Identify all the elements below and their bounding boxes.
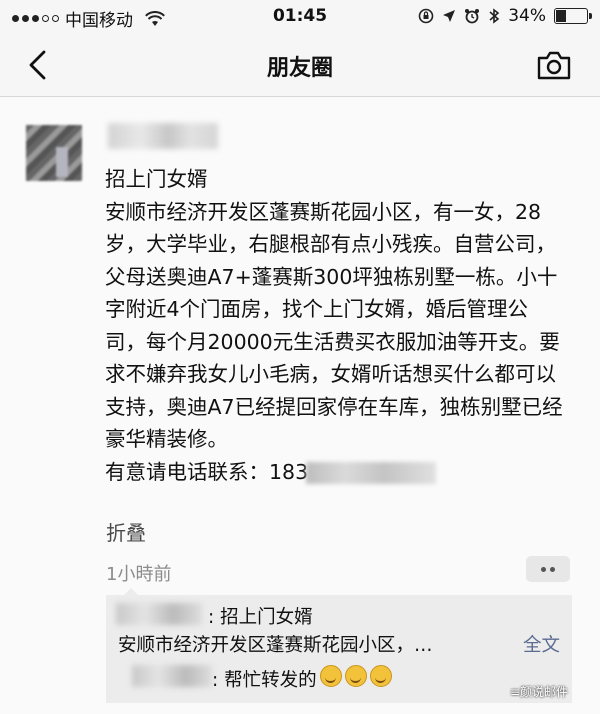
comment-text: : 帮忙转发的 <box>212 669 317 691</box>
comment-text: : 招上门女婿 <box>208 607 313 628</box>
contact-prefix: 有意请电话联系： <box>105 459 269 484</box>
alarm-icon <box>465 9 480 24</box>
phone-number-blurred <box>306 461 437 484</box>
rotation-lock-icon <box>418 8 434 24</box>
battery-percent: 34% <box>508 6 546 26</box>
username-blurred[interactable] <box>108 123 218 149</box>
phone-number-visible: 183 <box>269 459 309 484</box>
comments-box: : 招上门女婿 安顺市经济开发区蓬赛斯花园小区，… 全文 : 帮忙转发的 <box>106 588 572 703</box>
emoji-icon <box>344 665 367 687</box>
post-time: 1小時前 <box>106 564 172 585</box>
comment-item: : 帮忙转发的 <box>212 665 392 692</box>
moment-post: 招上门女婿 安顺市经济开发区蓬赛斯花园小区，有一女，28岁，大学毕业，右腿根部有… <box>0 97 600 714</box>
emoji-icon <box>319 665 342 687</box>
more-actions-button[interactable] <box>526 556 570 582</box>
battery-icon <box>554 8 592 24</box>
emoji-icon <box>369 665 392 687</box>
page-title: 朋友圈 <box>266 56 333 81</box>
location-icon <box>443 10 456 22</box>
nav-bar: 朋友圈 <box>0 34 600 97</box>
camera-icon[interactable] <box>536 49 572 81</box>
status-bar: 中国移动 01:45 34% <box>0 0 600 34</box>
watermark: ≡颜说邮件 <box>510 685 569 699</box>
post-body-text: 安顺市经济开发区蓬赛斯花园小区，有一女，28岁，大学毕业，右腿根部有点小残疾。自… <box>105 199 563 452</box>
emoji-group <box>317 665 392 692</box>
status-right: 34% <box>418 6 592 26</box>
avatar[interactable] <box>26 125 82 181</box>
comment-author-blurred[interactable] <box>116 603 202 625</box>
full-text-link[interactable]: 全文 <box>523 631 560 657</box>
post-title: 招上门女婿 <box>105 167 208 191</box>
comment-author-blurred[interactable] <box>132 665 212 687</box>
comment-text-line2: 安顺市经济开发区蓬赛斯花园小区，… <box>118 635 433 656</box>
bluetooth-icon <box>489 8 500 24</box>
post-contact: 有意请电话联系：183 <box>105 456 565 489</box>
post-content: 招上门女婿 安顺市经济开发区蓬赛斯花园小区，有一女，28岁，大学毕业，右腿根部有… <box>105 163 565 488</box>
collapse-link[interactable]: 折叠 <box>106 517 146 546</box>
